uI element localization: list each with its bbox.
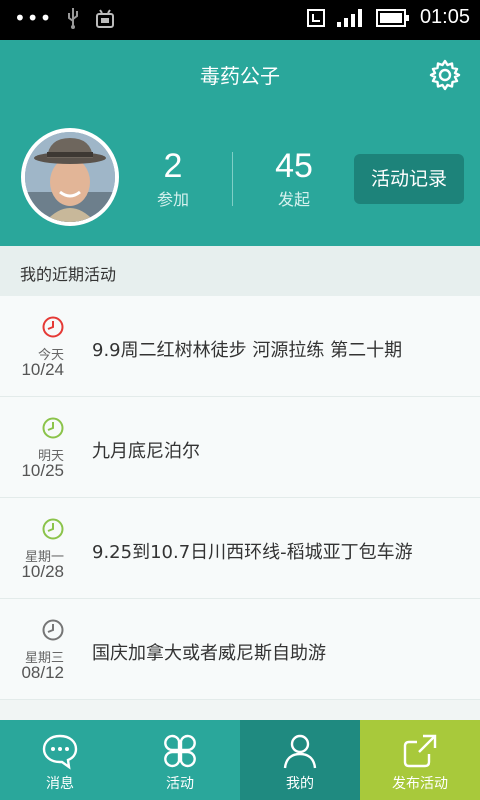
avatar[interactable] <box>21 128 119 226</box>
alarm-icon <box>306 8 325 27</box>
joined-count: 2 <box>163 147 183 185</box>
tab-label: 消息 <box>46 776 74 792</box>
more-dots-icon: ••• <box>14 6 53 30</box>
section-title: 我的近期活动 <box>20 265 117 284</box>
person-icon <box>283 734 317 769</box>
activity-date: 10/25 <box>21 461 64 480</box>
initiated-stat[interactable]: 45 发起 <box>249 148 339 210</box>
tab-label: 活动 <box>166 776 194 792</box>
list-item[interactable]: 今天 10/24 9.9周二红树林徒步 河源拉练 第二十期 <box>0 296 480 397</box>
usb-icon <box>68 8 79 29</box>
clock-icon <box>42 316 64 338</box>
clock-icon <box>42 417 64 439</box>
activity-record-button[interactable]: 活动记录 <box>354 154 464 204</box>
activity-date: 10/24 <box>21 360 64 379</box>
list-item[interactable]: 星期三 08/12 国庆加拿大或者威尼斯自助游 <box>0 599 480 700</box>
activity-name: 9.9周二红树林徒步 河源拉练 第二十期 <box>92 340 403 361</box>
tab-label: 我的 <box>286 776 314 792</box>
avatar-photo <box>25 132 115 222</box>
share-out-icon <box>403 734 437 768</box>
initiated-count: 45 <box>275 147 313 185</box>
battery-icon <box>375 8 409 27</box>
tab-publish-activity[interactable]: 发布活动 <box>360 720 480 800</box>
activity-date: 10/28 <box>21 562 64 581</box>
signal-icon <box>336 8 362 27</box>
activity-name: 九月底尼泊尔 <box>92 441 200 462</box>
chat-bubble-icon <box>42 734 78 770</box>
tab-activities[interactable]: 活动 <box>120 720 240 800</box>
profile-header: 毒药公子 2 参加 45 发起 活动记录 <box>0 40 480 246</box>
status-bar: ••• 01:05 <box>0 0 480 40</box>
activity-name: 9.25到10.7日川西环线-稻城亚丁包车游 <box>92 542 413 563</box>
list-item[interactable]: 明天 10/25 九月底尼泊尔 <box>0 397 480 498</box>
recent-activities-header: 我的近期活动 <box>0 246 480 296</box>
activity-name: 国庆加拿大或者威尼斯自助游 <box>92 643 326 664</box>
initiated-label: 发起 <box>277 190 310 209</box>
gear-icon[interactable] <box>428 58 462 92</box>
clover-icon <box>164 734 196 768</box>
activity-date: 08/12 <box>21 663 64 682</box>
status-time: 01:05 <box>419 6 470 28</box>
clock-icon <box>42 619 64 641</box>
joined-stat[interactable]: 2 参加 <box>128 148 218 210</box>
list-item[interactable]: 星期一 10/28 9.25到10.7日川西环线-稻城亚丁包车游 <box>0 498 480 599</box>
tab-label: 发布活动 <box>392 776 448 792</box>
android-debug-icon <box>96 9 115 28</box>
clock-icon <box>42 518 64 540</box>
joined-label: 参加 <box>156 190 189 209</box>
tab-messages[interactable]: 消息 <box>0 720 120 800</box>
stats-divider <box>232 152 233 206</box>
page-title: 毒药公子 <box>200 64 280 88</box>
bottom-tab-bar: 消息 活动 我的 发布活动 <box>0 720 480 800</box>
activity-list: 今天 10/24 9.9周二红树林徒步 河源拉练 第二十期 明天 10/25 九… <box>0 296 480 700</box>
tab-mine[interactable]: 我的 <box>240 720 360 800</box>
